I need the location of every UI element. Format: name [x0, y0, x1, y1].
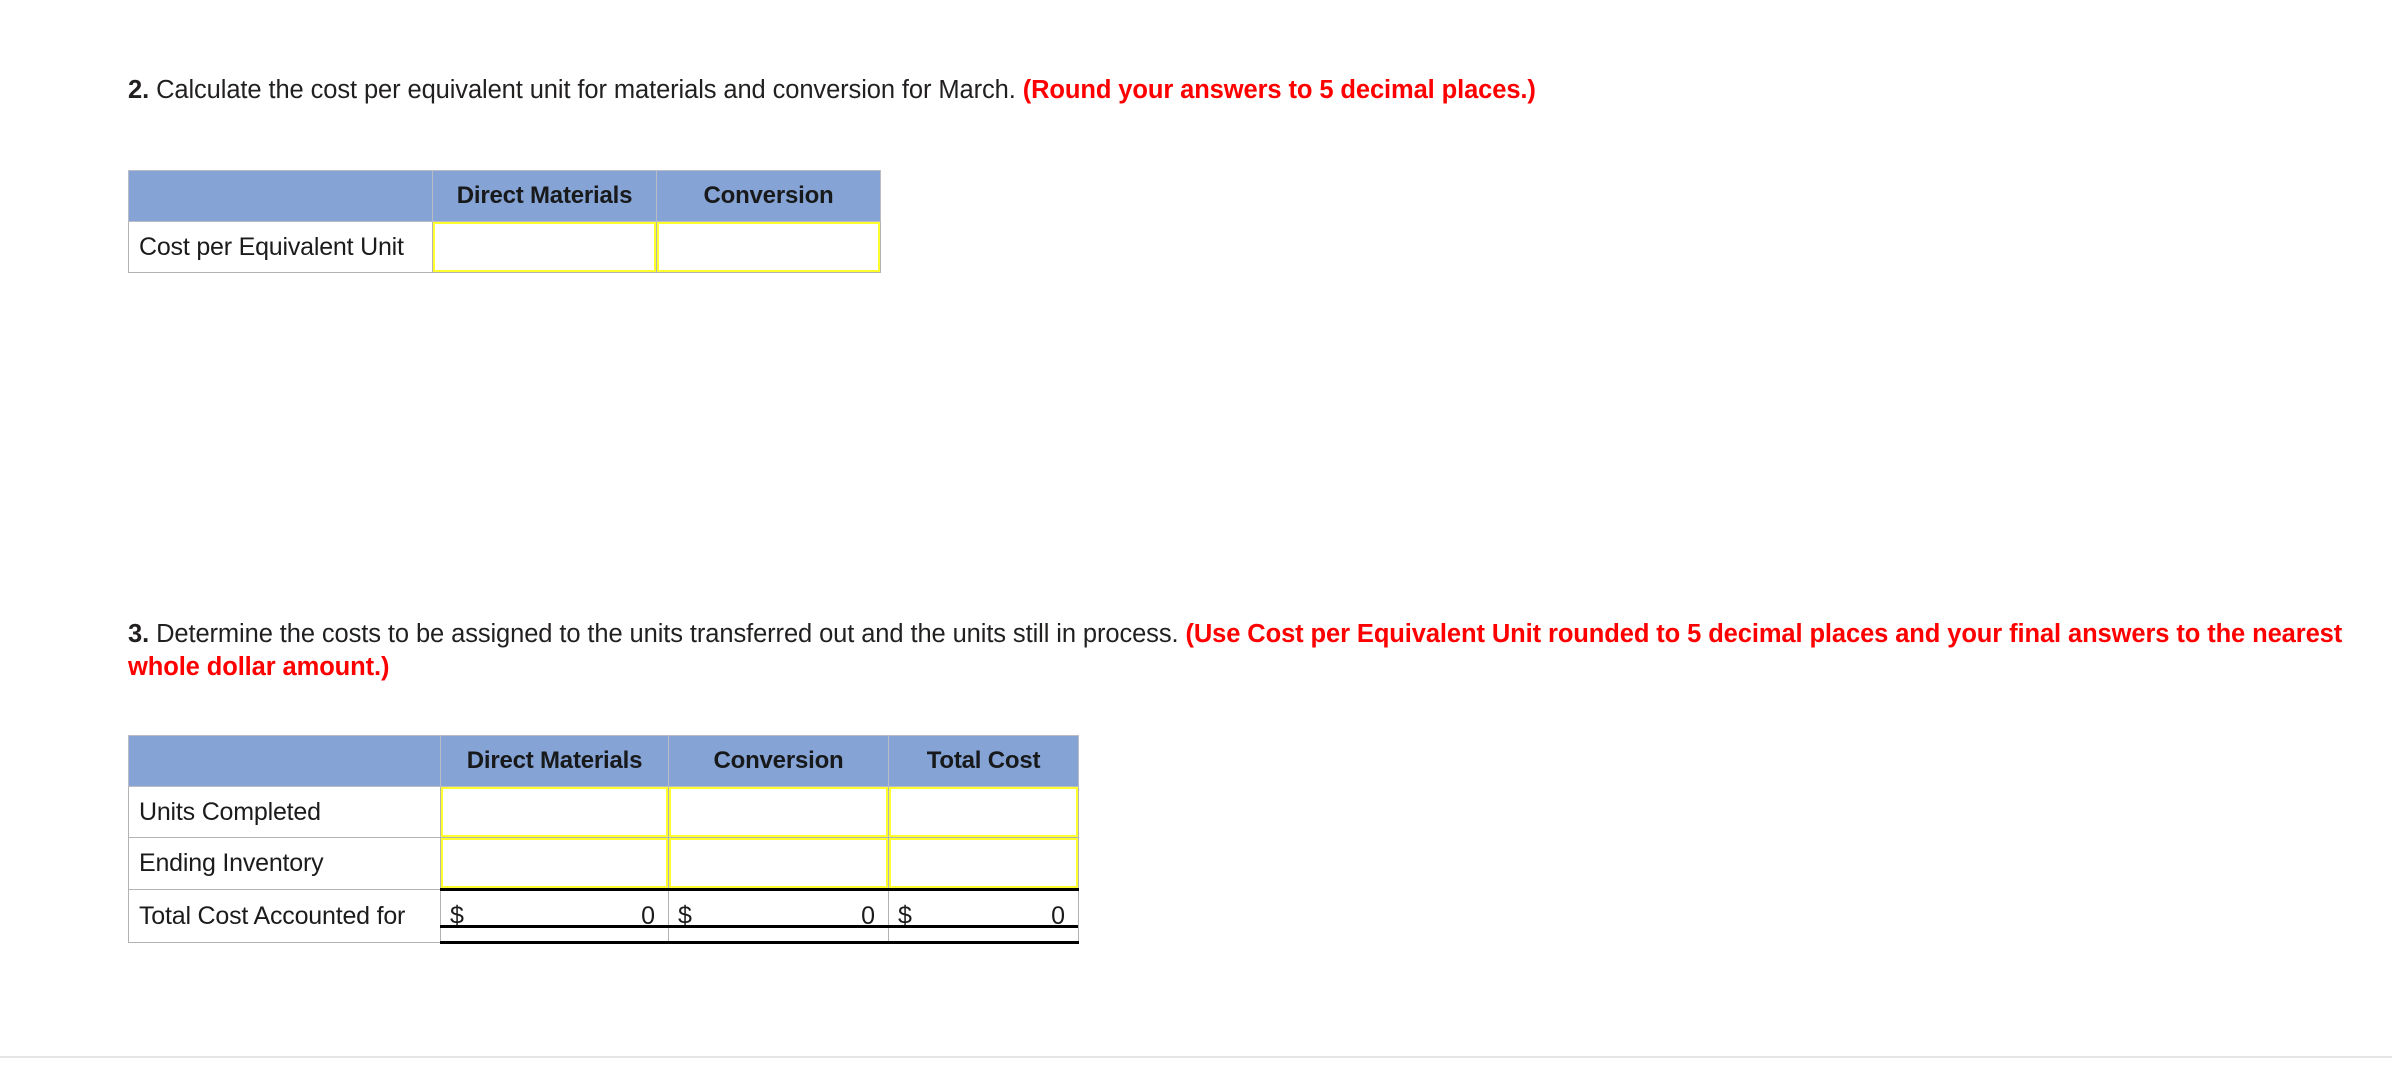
units-completed-conversion-input[interactable] — [668, 786, 889, 838]
table-2-header-row: Direct Materials Conversion Total Cost — [128, 735, 1079, 787]
cost-per-equivalent-unit-table: Direct Materials Conversion Cost per Equ… — [128, 170, 881, 273]
total-cost-total-value: $ 0 — [888, 888, 1079, 944]
ending-inventory-total-cost-input[interactable] — [888, 837, 1079, 890]
input-box[interactable] — [669, 838, 888, 888]
table-row: Units Completed — [128, 786, 1079, 838]
units-completed-total-cost-input[interactable] — [888, 786, 1079, 838]
table-2-header-total-cost: Total Cost — [888, 735, 1079, 787]
input-box[interactable] — [657, 222, 880, 272]
table-2-header-conversion: Conversion — [668, 735, 889, 787]
table-row-total: Total Cost Accounted for $ 0 $ 0 $ 0 — [128, 888, 1079, 944]
table-2-header-blank — [128, 735, 441, 787]
input-box[interactable] — [441, 838, 668, 888]
table-row: Cost per Equivalent Unit — [128, 221, 881, 273]
question-3-text: Determine the costs to be assigned to th… — [149, 620, 1186, 648]
cost-per-equivalent-unit-conversion-input[interactable] — [656, 221, 881, 273]
table-2-row-label-total-cost-accounted-for: Total Cost Accounted for — [128, 889, 441, 943]
input-box[interactable] — [441, 787, 668, 837]
question-2-prompt: 2. Calculate the cost per equivalent uni… — [128, 74, 2328, 107]
input-box[interactable] — [669, 787, 888, 837]
table-row: Ending Inventory — [128, 837, 1079, 890]
units-completed-direct-materials-input[interactable] — [440, 786, 669, 838]
costs-assigned-table: Direct Materials Conversion Total Cost U… — [128, 735, 1079, 944]
table-2-row-label-ending-inventory: Ending Inventory — [128, 837, 441, 890]
table-1-header-row: Direct Materials Conversion — [128, 170, 881, 222]
ending-inventory-conversion-input[interactable] — [668, 837, 889, 890]
question-2-text: Calculate the cost per equivalent unit f… — [149, 76, 1023, 104]
table-2-header-direct-materials: Direct Materials — [440, 735, 669, 787]
input-box[interactable] — [889, 838, 1078, 888]
input-box[interactable] — [889, 787, 1078, 837]
question-2-note: (Round your answers to 5 decimal places.… — [1022, 76, 1536, 104]
ending-inventory-direct-materials-input[interactable] — [440, 837, 669, 890]
page-divider — [0, 1056, 2392, 1058]
double-underline-rule — [440, 925, 1078, 928]
table-2-row-label-units-completed: Units Completed — [128, 786, 441, 838]
input-box[interactable] — [433, 222, 656, 272]
cost-per-equivalent-unit-direct-materials-input[interactable] — [432, 221, 657, 273]
total-cost-direct-materials-value: $ 0 — [440, 888, 669, 944]
table-1-header-direct-materials: Direct Materials — [432, 170, 657, 222]
table-1-header-blank — [128, 170, 433, 222]
table-1-row-label-cost-per-equivalent-unit: Cost per Equivalent Unit — [128, 221, 433, 273]
question-3-number: 3. — [128, 620, 150, 648]
table-1-header-conversion: Conversion — [656, 170, 881, 222]
question-2-number: 2. — [128, 76, 150, 104]
total-cost-conversion-value: $ 0 — [668, 888, 889, 944]
question-3-prompt: 3. Determine the costs to be assigned to… — [128, 618, 2392, 684]
